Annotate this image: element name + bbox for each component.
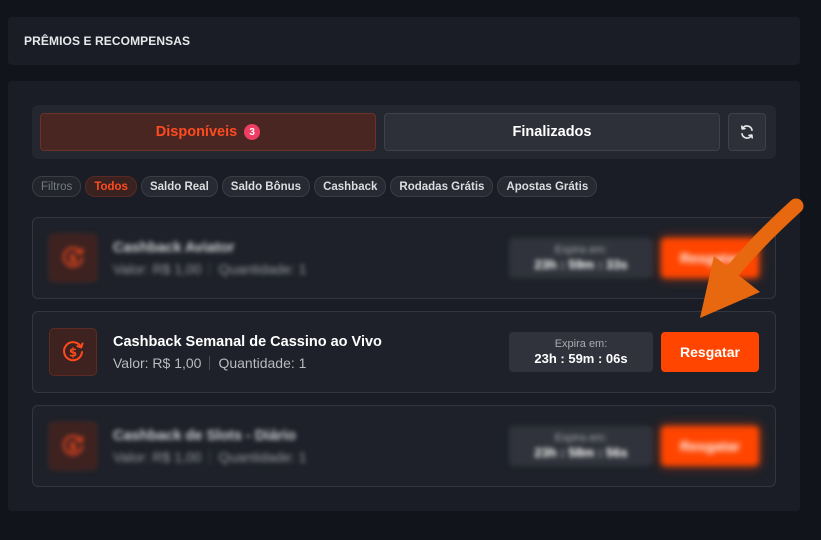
cashback-icon: $ [49, 328, 97, 376]
filter-chip-cashback[interactable]: Cashback [314, 176, 387, 197]
filter-chip-todos[interactable]: Todos [85, 176, 137, 197]
filter-chip-saldo-bonus[interactable]: Saldo Bônus [221, 176, 311, 197]
reward-card: $ Cashback Aviator Valor: R$ 1,00 Quanti… [32, 217, 776, 299]
rewards-panel: Disponíveis 3 Finalizados Filtros Todos … [8, 81, 800, 511]
filter-chip-saldo-real[interactable]: Saldo Real [140, 176, 218, 197]
reward-title: Cashback de Slots - Diário [113, 428, 296, 444]
reward-title: Cashback Semanal de Cassino ao Vivo [113, 334, 382, 350]
reward-meta: Valor: R$ 1,00 Quantidade: 1 [113, 355, 306, 371]
filters-label: Filtros [32, 176, 82, 197]
refresh-button[interactable] [728, 113, 766, 151]
reward-card: $ Cashback de Slots - Diário Valor: R$ 1… [32, 405, 776, 487]
tab-finished[interactable]: Finalizados [384, 113, 720, 151]
filter-chip-apostas-gratis[interactable]: Apostas Grátis [497, 176, 598, 197]
meta-divider [209, 450, 211, 464]
redeem-button[interactable]: Resgatar [661, 332, 759, 372]
expire-box: Expira em: 23h : 58m : 56s [509, 426, 653, 466]
expire-label: Expira em: [554, 431, 608, 444]
reward-card: $ Cashback Semanal de Cassino ao Vivo Va… [32, 311, 776, 393]
redeem-button[interactable]: Resgatar [661, 426, 759, 466]
reward-quantity: Quantidade: 1 [218, 261, 307, 277]
tab-finished-label: Finalizados [512, 124, 592, 140]
expire-label: Expira em: [554, 243, 608, 256]
expire-countdown: 23h : 58m : 56s [534, 444, 628, 460]
expire-box: Expira em: 23h : 59m : 33s [509, 238, 653, 278]
reward-value: Valor: R$ 1,00 [113, 355, 202, 371]
reward-title: Cashback Aviator [113, 240, 235, 256]
svg-text:$: $ [69, 346, 77, 360]
reward-meta: Valor: R$ 1,00 Quantidade: 1 [113, 449, 306, 465]
meta-divider [209, 356, 211, 370]
filter-chip-rodadas-gratis[interactable]: Rodadas Grátis [390, 176, 494, 197]
tabs-bar: Disponíveis 3 Finalizados [32, 105, 776, 159]
svg-text:$: $ [69, 252, 77, 266]
refresh-icon [741, 125, 753, 139]
expire-countdown: 23h : 59m : 33s [534, 256, 628, 272]
cashback-icon: $ [49, 422, 97, 470]
reward-value: Valor: R$ 1,00 [113, 449, 202, 465]
tab-available[interactable]: Disponíveis 3 [40, 113, 376, 151]
count-badge: 3 [244, 124, 261, 140]
redeem-button[interactable]: Resgatar [661, 238, 759, 278]
tab-available-label: Disponíveis [155, 124, 238, 140]
reward-meta: Valor: R$ 1,00 Quantidade: 1 [113, 261, 306, 277]
page-title: PRÊMIOS E RECOMPENSAS [24, 34, 191, 48]
expire-box: Expira em: 23h : 59m : 06s [509, 332, 653, 372]
reward-quantity: Quantidade: 1 [218, 449, 307, 465]
meta-divider [209, 262, 211, 276]
expire-countdown: 23h : 59m : 06s [534, 350, 628, 366]
reward-value: Valor: R$ 1,00 [113, 261, 202, 277]
reward-quantity: Quantidade: 1 [218, 355, 307, 371]
cashback-icon: $ [49, 234, 97, 282]
expire-label: Expira em: [554, 337, 608, 350]
filter-bar: Filtros Todos Saldo Real Saldo Bônus Cas… [32, 176, 598, 197]
svg-text:$: $ [69, 440, 77, 454]
header-panel: PRÊMIOS E RECOMPENSAS [8, 17, 800, 65]
